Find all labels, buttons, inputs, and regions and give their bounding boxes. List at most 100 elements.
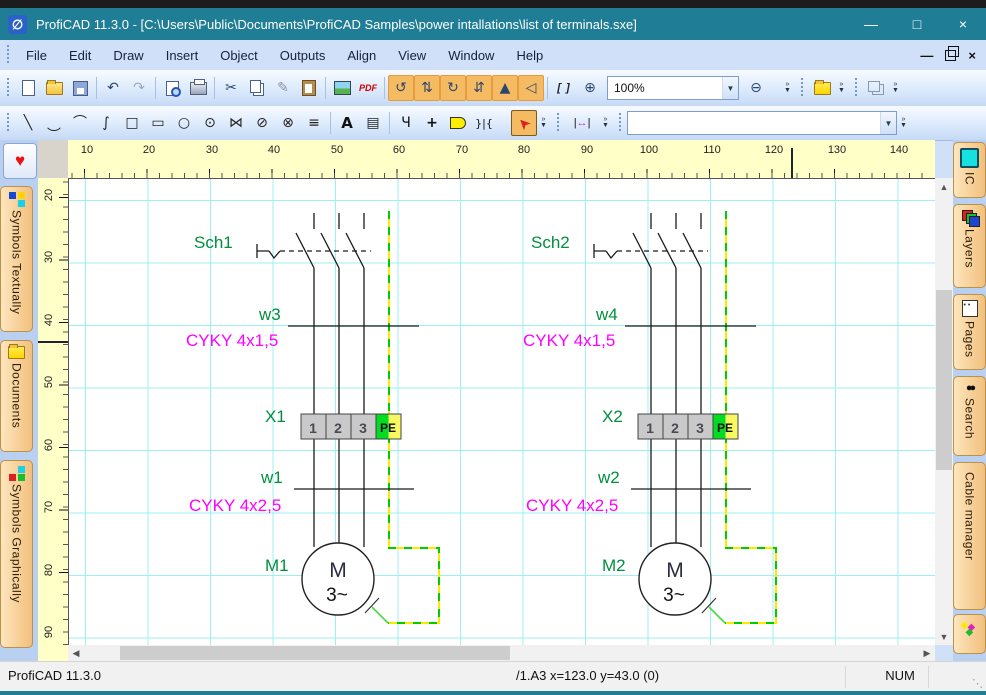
favorites-folder-button[interactable] bbox=[809, 75, 835, 101]
hatch-tool-button[interactable]: ≡ bbox=[301, 110, 327, 136]
select-tool-button[interactable]: ➤ bbox=[511, 110, 537, 136]
insert-image-button[interactable] bbox=[329, 75, 355, 101]
menu-outputs[interactable]: Outputs bbox=[269, 44, 337, 67]
favorites-button[interactable]: ♥ bbox=[3, 143, 37, 179]
toolbar-grip[interactable] bbox=[5, 78, 10, 98]
symbol-combo[interactable]: ▼ bbox=[627, 111, 897, 135]
ellipse-tool-button[interactable]: ○ bbox=[171, 110, 197, 136]
zoom-level-combo[interactable]: 100% ▼ bbox=[607, 76, 739, 100]
rotate-left-button[interactable]: ↺ bbox=[388, 75, 414, 101]
polyline-tool-button[interactable]: ⌒ bbox=[41, 110, 67, 136]
menu-window[interactable]: Window bbox=[437, 44, 505, 67]
tab-ic[interactable]: IC bbox=[953, 142, 986, 198]
toolbar-grip[interactable] bbox=[5, 45, 10, 65]
paste-button[interactable] bbox=[296, 75, 322, 101]
node-label-tool-button[interactable] bbox=[445, 110, 471, 136]
arc-tool-button[interactable]: ⌒ bbox=[67, 110, 93, 136]
toolbar-grip[interactable] bbox=[799, 78, 804, 98]
connection-point-tool-button[interactable]: + bbox=[419, 110, 445, 136]
redo-button[interactable]: ↷ bbox=[126, 75, 152, 101]
minimize-button[interactable]: — bbox=[848, 8, 894, 40]
maximize-button[interactable]: □ bbox=[894, 8, 940, 40]
scroll-up-arrow[interactable]: ▲ bbox=[935, 178, 953, 195]
circle-tool-button[interactable]: ⊙ bbox=[197, 110, 223, 136]
menu-insert[interactable]: Insert bbox=[155, 44, 210, 67]
toolbar-overflow-button[interactable]: »▼ bbox=[897, 110, 910, 136]
flip-down-button[interactable]: ⇵ bbox=[466, 75, 492, 101]
export-pdf-button[interactable]: PDF bbox=[355, 75, 381, 101]
tab-symbol-favorites[interactable]: ◆ ◆ ◆ bbox=[953, 614, 986, 654]
ellipse-slash-tool-button[interactable]: ⊘ bbox=[249, 110, 275, 136]
cut-button[interactable]: ✂ bbox=[218, 75, 244, 101]
bezier-tool-button[interactable]: ∫ bbox=[93, 110, 119, 136]
zoom-out-button[interactable]: ⊖ bbox=[743, 75, 769, 101]
scroll-down-arrow[interactable]: ▼ bbox=[935, 628, 953, 645]
mdi-restore-button[interactable] bbox=[945, 50, 956, 61]
menu-align[interactable]: Align bbox=[336, 44, 387, 67]
hourglass-tool-button[interactable]: ⋈ bbox=[223, 110, 249, 136]
menu-edit[interactable]: Edit bbox=[58, 44, 102, 67]
line-tool-button[interactable]: ╲ bbox=[15, 110, 41, 136]
dimension-tool-button[interactable]: |↔| bbox=[565, 110, 599, 136]
scroll-right-arrow[interactable]: ▶ bbox=[919, 645, 935, 661]
toolbar-grip[interactable] bbox=[853, 78, 858, 98]
circuit-1[interactable]: Sch1 w3 CYKY 4x1,5 X1 w1 CYKY 4x2,5 M1 1… bbox=[186, 211, 439, 623]
mdi-minimize-button[interactable]: — bbox=[920, 48, 933, 63]
new-button[interactable] bbox=[15, 75, 41, 101]
menu-file[interactable]: File bbox=[15, 44, 58, 67]
terminal-tool-button[interactable]: Ч bbox=[393, 110, 419, 136]
mirror-horizontal-button[interactable]: ▲ bbox=[492, 75, 518, 101]
tab-documents[interactable]: Documents bbox=[0, 340, 33, 452]
print-preview-button[interactable] bbox=[159, 75, 185, 101]
circuit-2[interactable]: Sch2 w4 CYKY 4x1,5 X2 w2 CYKY 4x2,5 M2 1… bbox=[523, 211, 776, 623]
drawing-canvas[interactable]: Sch1 w3 CYKY 4x1,5 X1 w1 CYKY 4x2,5 M1 1… bbox=[68, 178, 935, 645]
tab-layers[interactable]: Layers bbox=[953, 204, 986, 288]
zoom-area-button[interactable]: [ ] bbox=[551, 75, 577, 101]
vertical-scroll-thumb[interactable] bbox=[936, 290, 952, 470]
toolbar-overflow-button[interactable]: »▼ bbox=[599, 110, 612, 136]
format-painter-button[interactable]: ✎ bbox=[270, 75, 296, 101]
scroll-left-arrow[interactable]: ◀ bbox=[68, 645, 84, 661]
save-button[interactable] bbox=[67, 75, 93, 101]
terminal-strip-tool-button[interactable]: }|{ bbox=[471, 110, 497, 136]
tab-symbols-textually[interactable]: Symbols Textually bbox=[0, 186, 33, 332]
tab-cable-manager[interactable]: Cable manager bbox=[953, 462, 986, 610]
vertical-scrollbar[interactable]: ▲ ▼ bbox=[935, 178, 953, 645]
menu-object[interactable]: Object bbox=[209, 44, 269, 67]
copy-button[interactable] bbox=[244, 75, 270, 101]
horizontal-scroll-thumb[interactable] bbox=[120, 646, 510, 660]
close-button[interactable]: × bbox=[940, 8, 986, 40]
rotate-right-button[interactable]: ↻ bbox=[440, 75, 466, 101]
toolbar-overflow-button[interactable]: »▼ bbox=[781, 75, 794, 101]
chevron-down-icon[interactable]: ▼ bbox=[880, 112, 896, 134]
resize-grip[interactable]: ⋱ bbox=[972, 677, 983, 690]
menu-help[interactable]: Help bbox=[505, 44, 554, 67]
toolbar-overflow-button[interactable]: »▼ bbox=[835, 75, 848, 101]
chevron-down-icon[interactable]: ▼ bbox=[722, 77, 738, 99]
open-button[interactable] bbox=[41, 75, 67, 101]
menu-view[interactable]: View bbox=[387, 44, 437, 67]
rounded-rectangle-tool-button[interactable]: ▭ bbox=[145, 110, 171, 136]
text-tool-button[interactable]: A bbox=[334, 110, 360, 136]
flip-vertical-button[interactable]: ⇅ bbox=[414, 75, 440, 101]
toolbar-overflow-button[interactable]: »▼ bbox=[537, 110, 550, 136]
tab-pages[interactable]: Pages bbox=[953, 294, 986, 370]
horizontal-scrollbar[interactable]: ◀ ▶ bbox=[68, 645, 935, 661]
ruler-number: 50 bbox=[43, 372, 55, 392]
tab-symbols-graphically[interactable]: Symbols Graphically bbox=[0, 460, 33, 648]
text-block-tool-button[interactable]: ▤ bbox=[360, 110, 386, 136]
shape-group-button[interactable] bbox=[863, 75, 889, 101]
tab-search[interactable]: ●● Search bbox=[953, 376, 986, 456]
menu-draw[interactable]: Draw bbox=[102, 44, 154, 67]
rectangle-tool-button[interactable]: □ bbox=[119, 110, 145, 136]
mdi-close-button[interactable]: × bbox=[968, 48, 976, 63]
toolbar-grip[interactable] bbox=[617, 113, 622, 133]
undo-button[interactable]: ↶ bbox=[100, 75, 126, 101]
print-button[interactable] bbox=[185, 75, 211, 101]
ellipse-cross-tool-button[interactable]: ⊗ bbox=[275, 110, 301, 136]
toolbar-grip[interactable] bbox=[5, 113, 10, 133]
toolbar-grip[interactable] bbox=[555, 113, 560, 133]
zoom-in-button[interactable]: ⊕ bbox=[577, 75, 603, 101]
mirror-left-button[interactable]: ◁ bbox=[518, 75, 544, 101]
toolbar-overflow-button[interactable]: »▼ bbox=[889, 75, 902, 101]
